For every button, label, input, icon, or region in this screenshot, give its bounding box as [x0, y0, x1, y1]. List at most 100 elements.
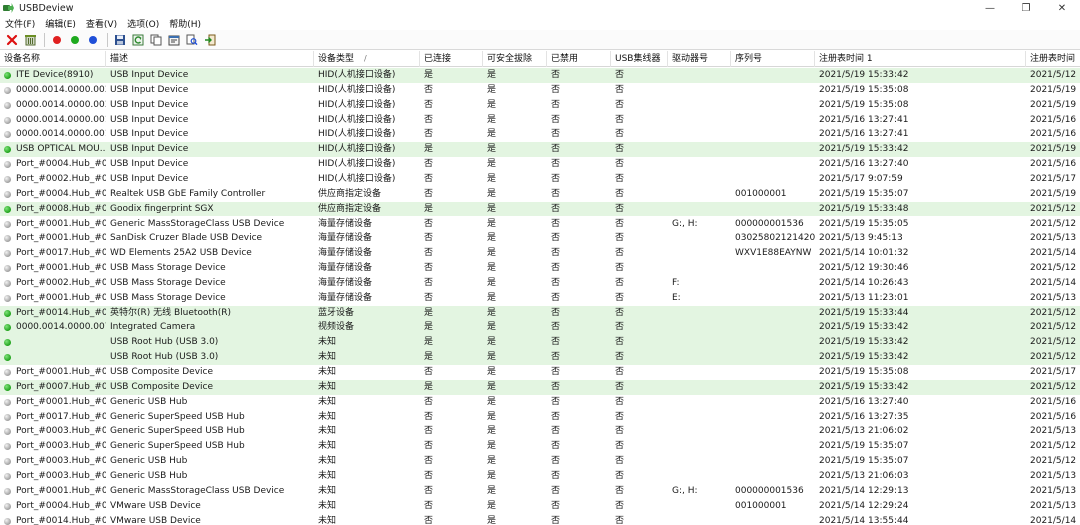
table-row[interactable]: ITE Device(8910) USB Input Device HID(人机接口… — [0, 68, 1080, 83]
cell-device-name: Port_#0007.Hub_#0... — [16, 381, 106, 392]
cell-connected: 否 — [424, 470, 434, 481]
table-row[interactable]: Port_#0004.Hub_#0... VMware USB Device 未知 否… — [0, 499, 1080, 514]
minimize-button[interactable]: — — [972, 0, 1008, 16]
cell-safe-to-unplug: 是 — [487, 470, 497, 481]
cell-connected: 否 — [424, 84, 434, 95]
refresh-icon[interactable] — [130, 32, 146, 48]
cell-serial-number — [731, 350, 815, 365]
cell-device-type: 供应商指定设备 — [318, 203, 382, 214]
usbdeview-app-icon — [3, 2, 15, 14]
device-list[interactable]: 设备名称 描述 设备类型 / 已连接 可安全拔除 已禁用 USB集线器 驱动器号 … — [0, 51, 1080, 525]
cell-description: USB Root Hub (USB 3.0) — [110, 337, 219, 348]
table-row[interactable]: Port_#0001.Hub_#0... Generic MassStorageC… — [0, 484, 1080, 499]
table-row[interactable]: Port_#0008.Hub_#0... Goodix fingerprint S… — [0, 201, 1080, 217]
table-row[interactable]: Port_#0001.Hub_#0... USB Mass Storage Dev… — [0, 291, 1080, 306]
cell-device-name: Port_#0014.Hub_#0... — [16, 307, 106, 318]
table-row[interactable]: Port_#0017.Hub_#0... Generic SuperSpeed U… — [0, 410, 1080, 425]
column-header-registry-time-2[interactable]: 注册表时间 — [1026, 51, 1080, 67]
column-header-connected[interactable]: 已连接 — [420, 51, 483, 67]
maximize-button[interactable]: ❐ — [1008, 0, 1044, 16]
column-header-disabled[interactable]: 已禁用 — [547, 51, 611, 67]
table-row[interactable]: Port_#0004.Hub_#0... USB Input Device HID(… — [0, 157, 1080, 172]
table-row[interactable]: Port_#0014.Hub_#0... VMware USB Device 未知 否… — [0, 514, 1080, 525]
cell-description: USB Input Device — [110, 84, 189, 95]
table-row[interactable]: 0000.0014.0000.003.... USB Input Device HI… — [0, 83, 1080, 98]
cell-safe-to-unplug: 是 — [487, 485, 497, 496]
window-controls: — ❐ ✕ — [972, 0, 1080, 16]
table-row[interactable]: Port_#0004.Hub_#0... Realtek USB GbE Fami… — [0, 187, 1080, 202]
table-row[interactable]: 0000.0014.0000.007.... Integrated Camera 视… — [0, 320, 1080, 336]
menu-help[interactable]: 帮助(H) — [164, 17, 206, 30]
table-row[interactable]: USB Root Hub (USB 3.0) 未知 是 是 否 否 2021/5/19 15… — [0, 335, 1080, 351]
column-header-device-name[interactable]: 设备名称 — [0, 51, 106, 67]
cell-serial-number — [731, 514, 815, 525]
cell-registry-time-1: 2021/5/17 9:07:59 — [819, 173, 903, 184]
table-row[interactable]: Port_#0007.Hub_#0... USB Composite Device… — [0, 379, 1080, 395]
cell-registry-time-2: 2021/5/12 — [1030, 322, 1077, 333]
close-button[interactable]: ✕ — [1044, 0, 1080, 16]
blue-dot-icon[interactable] — [85, 32, 101, 48]
uninstall-icon[interactable] — [22, 32, 38, 48]
cell-description: Integrated Camera — [110, 322, 196, 333]
table-row[interactable]: Port_#0001.Hub_#0... USB Composite Device… — [0, 365, 1080, 380]
cell-usb-hub: 否 — [615, 84, 625, 95]
table-row[interactable]: Port_#0002.Hub_#0... USB Input Device HID(… — [0, 172, 1080, 187]
cell-registry-time-2: 2021/5/16 — [1030, 114, 1077, 125]
cell-registry-time-2: 2021/5/12 — [1030, 218, 1077, 229]
cell-description: VMware USB Device — [110, 500, 201, 511]
cell-disabled: 否 — [551, 129, 561, 140]
cell-registry-time-2: 2021/5/19 — [1030, 99, 1077, 110]
copy-icon[interactable] — [148, 32, 164, 48]
cell-registry-time-2: 2021/5/17 — [1030, 173, 1077, 184]
table-row[interactable]: Port_#0014.Hub_#0... 英特尔(R) 无线 Bluetooth(… — [0, 305, 1080, 321]
table-row[interactable]: Port_#0001.Hub_#0... Generic MassStorageC… — [0, 217, 1080, 232]
cell-safe-to-unplug: 是 — [487, 456, 497, 467]
table-row[interactable]: Port_#0002.Hub_#0... USB Mass Storage Dev… — [0, 276, 1080, 291]
cell-connected: 否 — [424, 233, 434, 244]
red-dot-icon[interactable] — [49, 32, 65, 48]
table-row[interactable]: Port_#0001.Hub_#0... Generic USB Hub 未知 否 是 否… — [0, 395, 1080, 410]
column-header-description[interactable]: 描述 — [106, 51, 314, 67]
cell-drive-letter — [668, 231, 731, 246]
table-row[interactable]: 0000.0014.0000.003.... USB Input Device HI… — [0, 98, 1080, 113]
cell-description: USB Mass Storage Device — [110, 277, 226, 288]
cell-device-name: 0000.0014.0000.001.... — [16, 114, 106, 125]
table-row[interactable]: Port_#0003.Hub_#0... Generic SuperSpeed U… — [0, 439, 1080, 454]
table-row[interactable]: Port_#0003.Hub_#0... Generic SuperSpeed U… — [0, 424, 1080, 439]
cell-safe-to-unplug: 是 — [487, 352, 497, 363]
cell-description: Generic MassStorageClass USB Device — [110, 485, 285, 496]
cell-registry-time-1: 2021/5/19 15:35:05 — [819, 218, 909, 229]
table-row[interactable]: Port_#0001.Hub_#0... SanDisk Cruzer Blade… — [0, 231, 1080, 246]
cell-serial-number: 001000001 — [735, 500, 787, 511]
table-row[interactable]: Port_#0003.Hub_#0... Generic USB Hub 未知 否 是 否… — [0, 469, 1080, 484]
column-header-registry-time-1[interactable]: 注册表时间 1 — [815, 51, 1026, 67]
exit-icon[interactable] — [202, 32, 218, 48]
table-row[interactable]: 0000.0014.0000.001.... USB Input Device HI… — [0, 127, 1080, 142]
table-row[interactable]: Port_#0017.Hub_#0... WD Elements 25A2 USB… — [0, 246, 1080, 261]
cell-device-name: 0000.0014.0000.003.... — [16, 84, 106, 95]
menu-view[interactable]: 查看(V) — [81, 17, 122, 30]
column-header-serial-number[interactable]: 序列号 — [731, 51, 815, 67]
cell-usb-hub: 否 — [615, 307, 625, 318]
delete-icon[interactable] — [4, 32, 20, 48]
table-row[interactable]: Port_#0001.Hub_#0... USB Mass Storage Dev… — [0, 261, 1080, 276]
column-header-usb-hub[interactable]: USB集线器 — [611, 51, 668, 67]
cell-device-name: Port_#0003.Hub_#0... — [16, 426, 106, 437]
cell-safe-to-unplug: 是 — [487, 307, 497, 318]
column-header-device-type[interactable]: 设备类型 / — [314, 51, 420, 67]
table-row[interactable]: Port_#0003.Hub_#0... Generic USB Hub 未知 否 是 否… — [0, 454, 1080, 469]
table-row[interactable]: USB Root Hub (USB 3.0) 未知 是 是 否 否 2021/5/19 15… — [0, 350, 1080, 365]
menu-file[interactable]: 文件(F) — [0, 17, 40, 30]
menu-options[interactable]: 选项(O) — [122, 17, 164, 30]
cell-drive-letter: G:, H: — [672, 485, 698, 496]
column-header-safe-to-unplug[interactable]: 可安全拔除 — [483, 51, 547, 67]
table-row[interactable]: 0000.0014.0000.001.... USB Input Device HI… — [0, 113, 1080, 128]
cell-connected: 否 — [424, 129, 434, 140]
save-icon[interactable] — [112, 32, 128, 48]
search-icon[interactable] — [184, 32, 200, 48]
table-row[interactable]: USB OPTICAL MOU... USB Input Device HID(人机… — [0, 142, 1080, 158]
green-dot-icon[interactable] — [67, 32, 83, 48]
menu-edit[interactable]: 编辑(E) — [40, 17, 81, 30]
properties-icon[interactable] — [166, 32, 182, 48]
column-header-drive-letter[interactable]: 驱动器号 — [668, 51, 731, 67]
